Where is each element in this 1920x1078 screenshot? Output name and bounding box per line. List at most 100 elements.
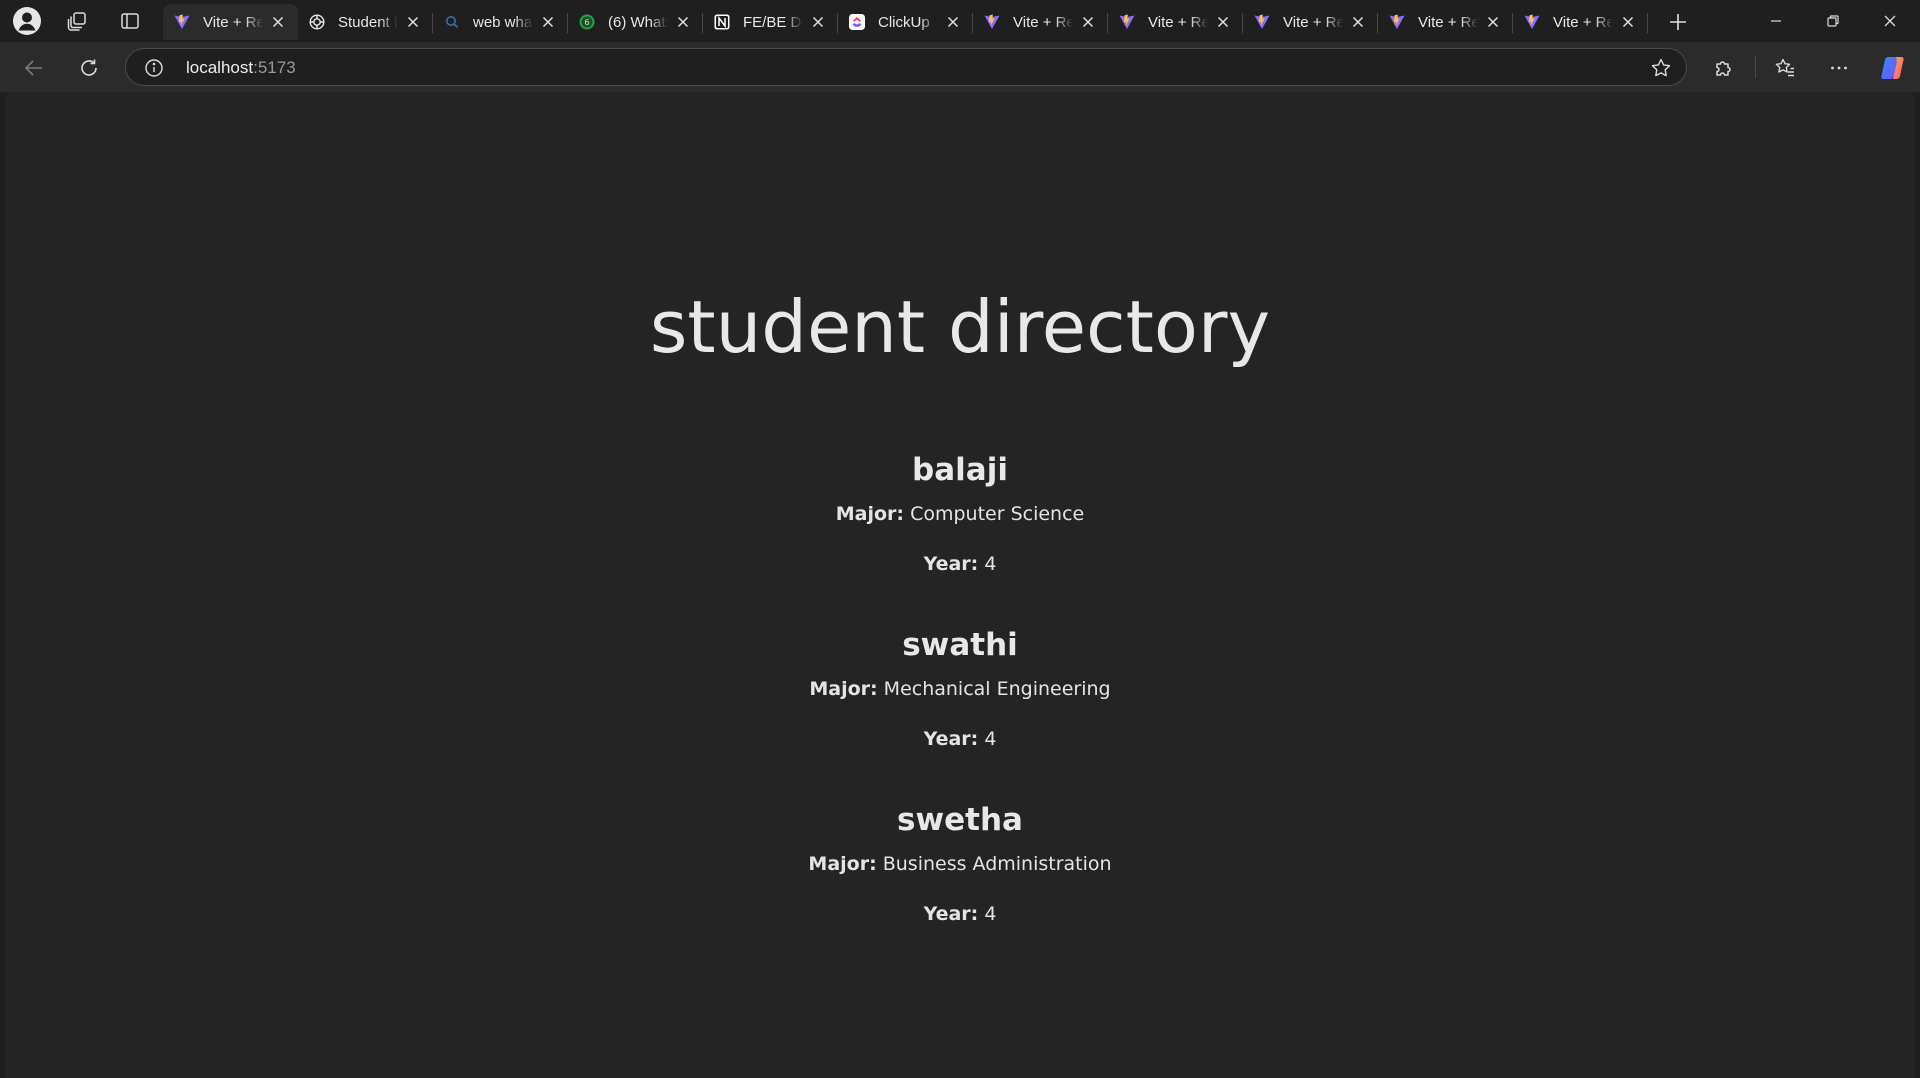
vite-icon — [983, 13, 1001, 31]
vite-icon — [1388, 13, 1406, 31]
tab-active[interactable]: Vite + React — [163, 4, 298, 40]
workspaces-button[interactable] — [59, 5, 95, 37]
extensions-button[interactable] — [1707, 51, 1741, 85]
tab-close-icon[interactable] — [270, 14, 286, 30]
puzzle-icon — [1716, 61, 1731, 76]
tab-title: Vite + React — [1283, 13, 1343, 31]
tab-strip: Vite + React Student Directory web what 6 (6… — [0, 0, 1920, 42]
notion-icon — [713, 13, 731, 31]
student-name: swetha — [897, 802, 1023, 838]
year-value: 4 — [984, 728, 997, 750]
vite-icon — [1118, 13, 1136, 31]
tab[interactable]: web what — [433, 4, 568, 40]
favorites-list-icon — [1775, 58, 1794, 77]
search-icon — [443, 13, 461, 31]
tab-close-icon[interactable] — [1080, 14, 1096, 30]
tab-title: ClickUp — [878, 13, 930, 31]
major-value: Mechanical Engineering — [883, 678, 1111, 700]
minimize-button[interactable] — [1748, 0, 1804, 42]
tab-title: Vite + React — [1418, 13, 1478, 31]
tab-title: FE/BE Dev — [743, 13, 803, 31]
tab-close-icon[interactable] — [1485, 14, 1501, 30]
student-year: Year: 4 — [5, 902, 1915, 926]
tab[interactable]: Student Directory — [298, 4, 433, 40]
more-horizontal-icon — [1831, 66, 1847, 70]
student-card: swathi Major: Mechanical Engineering Year:… — [5, 627, 1915, 802]
tab-close-icon[interactable] — [405, 14, 421, 30]
tab-title: Vite + React — [203, 13, 263, 31]
refresh-button[interactable] — [72, 51, 106, 85]
tab-close-icon[interactable] — [675, 14, 691, 30]
student-list: balaji Major: Computer Science Year: 4 swat… — [5, 452, 1915, 977]
clickup-icon — [848, 13, 866, 31]
restore-icon — [1827, 15, 1839, 27]
major-label: Major: — [808, 853, 877, 875]
tab[interactable]: Vite + React — [1243, 4, 1378, 40]
tab-title: Vite + React — [1013, 13, 1073, 31]
whatsapp-icon: 6 — [578, 13, 596, 31]
more-menu-button[interactable] — [1822, 51, 1856, 85]
vite-icon — [173, 13, 191, 31]
tab-title: (6) WhatsApp — [608, 13, 668, 31]
tab[interactable]: Vite + React — [973, 4, 1108, 40]
tab[interactable]: ClickUp — [838, 4, 973, 40]
tab[interactable]: Vite + React — [1513, 4, 1648, 40]
restore-button[interactable] — [1805, 0, 1861, 42]
vite-icon — [1523, 13, 1541, 31]
tab-close-icon[interactable] — [1350, 14, 1366, 30]
close-window-button[interactable] — [1862, 0, 1918, 42]
tab-title: Vite + React — [1148, 13, 1208, 31]
openai-icon — [308, 13, 326, 31]
favorites-button[interactable] — [1768, 51, 1802, 85]
major-label: Major: — [809, 678, 878, 700]
year-value: 4 — [984, 903, 997, 925]
vertical-tabs-button[interactable] — [112, 5, 148, 37]
tab-close-icon[interactable] — [810, 14, 826, 30]
address-bar[interactable]: localhost:5173 — [125, 48, 1687, 86]
tab-close-icon[interactable] — [540, 14, 556, 30]
tab-title: Vite + React — [1553, 13, 1613, 31]
close-icon — [1884, 15, 1896, 27]
favorite-star-icon[interactable] — [1650, 57, 1672, 79]
tab-close-icon[interactable] — [1215, 14, 1231, 30]
profile-icon — [13, 7, 41, 35]
url-port: :5173 — [253, 58, 296, 77]
tab-close-icon[interactable] — [945, 14, 961, 30]
student-name: swathi — [902, 627, 1018, 663]
plus-icon — [1670, 14, 1686, 30]
copilot-icon — [1881, 57, 1904, 79]
url-text: localhost:5173 — [186, 58, 296, 78]
sidebar-icon — [121, 13, 139, 29]
back-button[interactable] — [17, 51, 51, 85]
new-tab-button[interactable] — [1662, 6, 1694, 38]
profile-button[interactable] — [9, 5, 45, 37]
arrow-left-icon — [24, 60, 42, 76]
tab[interactable]: 6 (6) WhatsApp — [568, 4, 703, 40]
svg-text:6: 6 — [584, 18, 589, 27]
page-title: student directory — [649, 285, 1271, 369]
browser-toolbar: localhost:5173 — [0, 42, 1920, 92]
major-label: Major: — [835, 503, 905, 525]
copilot-button[interactable] — [1876, 51, 1910, 85]
workspaces-icon — [67, 12, 86, 31]
toolbar-divider — [1755, 56, 1756, 78]
tab[interactable]: FE/BE Dev — [703, 4, 838, 40]
refresh-icon — [81, 59, 97, 76]
student-major: Major: Mechanical Engineering — [5, 677, 1915, 701]
student-year: Year: 4 — [5, 727, 1915, 751]
tab-separator — [1647, 13, 1648, 33]
vite-icon — [1253, 13, 1271, 31]
tab-title: Student Directory — [338, 13, 398, 31]
student-card: swetha Major: Business Administration Year… — [5, 802, 1915, 977]
url-host: localhost — [186, 58, 254, 77]
student-name: balaji — [912, 452, 1008, 488]
tab-title: web what — [473, 13, 533, 31]
year-label: Year: — [923, 728, 979, 750]
tab-close-icon[interactable] — [1620, 14, 1636, 30]
student-major: Major: Business Administration — [5, 852, 1915, 876]
site-info-icon[interactable] — [144, 58, 164, 78]
tab[interactable]: Vite + React — [1378, 4, 1513, 40]
major-value: Computer Science — [910, 503, 1085, 525]
tabs-list: Vite + React Student Directory web what 6 (6… — [163, 4, 1648, 40]
tab[interactable]: Vite + React — [1108, 4, 1243, 40]
